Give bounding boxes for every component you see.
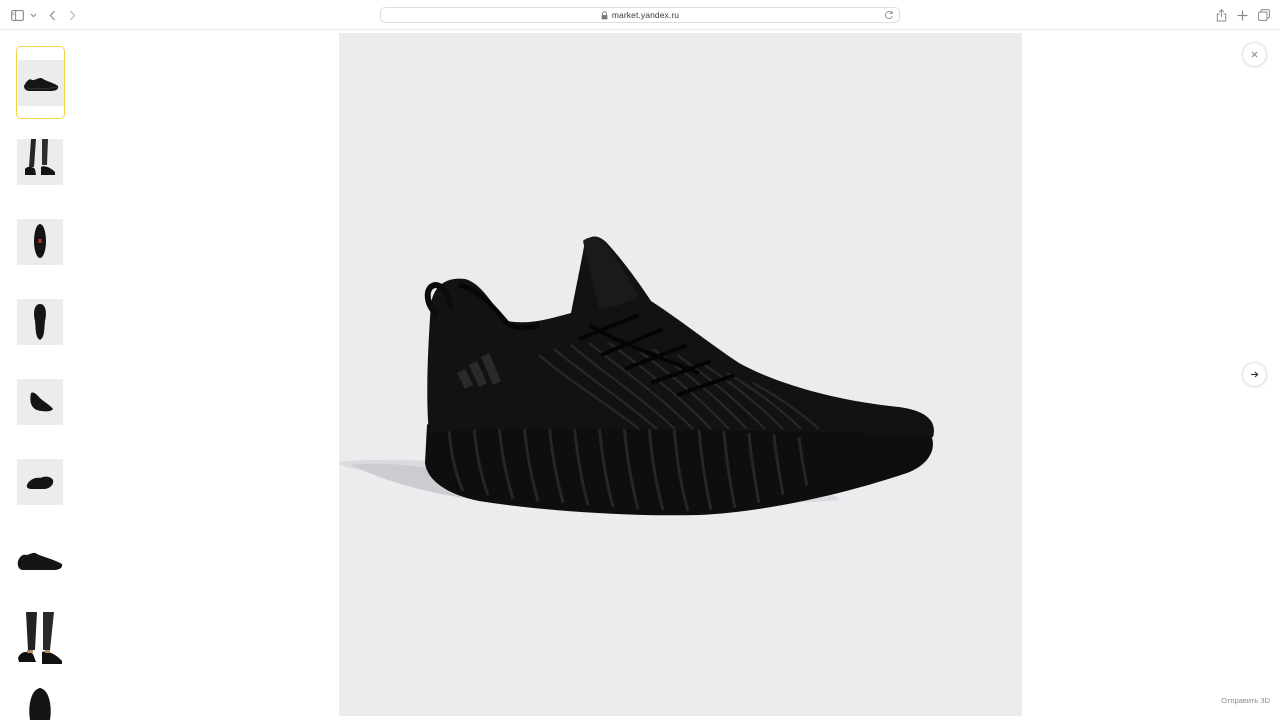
reload-icon[interactable] (884, 10, 894, 20)
thumbnail-item[interactable] (17, 686, 63, 720)
tab-overview-icon[interactable] (1257, 7, 1271, 23)
thumbnail-item[interactable] (17, 139, 63, 185)
chevron-down-icon[interactable] (29, 7, 37, 23)
url-text: market.yandex.ru (611, 10, 680, 20)
thumbnail-image (17, 59, 64, 106)
sidebar-toggle-icon[interactable] (10, 7, 24, 23)
browser-toolbar: market.yandex.ru (0, 0, 1280, 30)
thumbnail-item[interactable] (17, 219, 63, 265)
arrow-right-icon (1250, 371, 1259, 378)
thumbnail-item[interactable] (17, 299, 63, 345)
share-icon[interactable] (1214, 7, 1228, 23)
back-button[interactable] (47, 7, 57, 23)
address-bar[interactable]: market.yandex.ru (380, 7, 900, 23)
forward-button[interactable] (67, 7, 77, 23)
main-product-image (339, 33, 1022, 716)
send-3d-link[interactable]: Отправить 3D (1200, 696, 1270, 705)
thumbnail-rail (0, 30, 90, 720)
next-image-button[interactable] (1242, 362, 1267, 387)
thumbnail-item[interactable] (17, 539, 63, 585)
lock-icon (601, 10, 608, 20)
close-icon (1251, 51, 1258, 58)
thumbnail-item[interactable] (17, 612, 63, 672)
thumbnail-item[interactable] (17, 379, 63, 425)
thumbnail-item[interactable] (17, 459, 63, 505)
close-button[interactable] (1242, 42, 1267, 67)
new-tab-icon[interactable] (1235, 7, 1249, 23)
thumbnail-item-selected[interactable] (16, 46, 65, 119)
